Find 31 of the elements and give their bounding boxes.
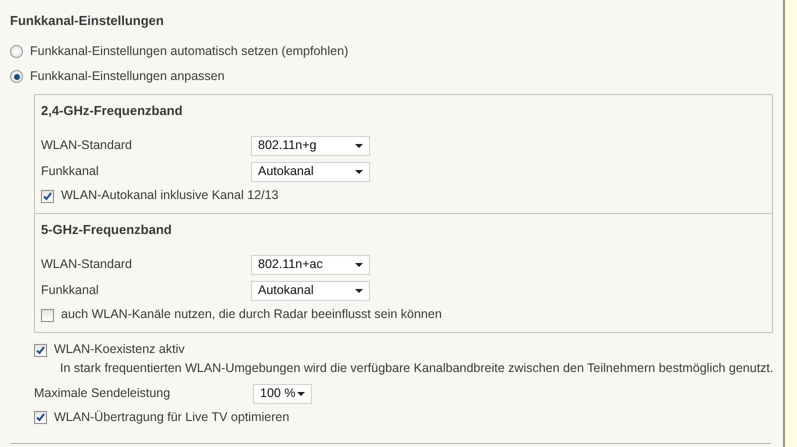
dropdown[interactable]: Autokanal — [251, 281, 370, 302]
setting-label: Funkkanal — [41, 283, 100, 300]
setting-label: WLAN-Standard — [41, 257, 134, 274]
caret-icon — [355, 170, 363, 174]
radio-label: Funkkanal-Einstellungen anpassen — [30, 68, 225, 85]
checkbox[interactable] — [34, 344, 47, 357]
band-heading: 5-GHz-Frequenzband — [41, 222, 173, 240]
band-heading: 2,4-GHz-Frequenzband — [41, 103, 184, 120]
setting-label: Maximale Sendeleistung — [34, 386, 172, 402]
setting-label: Funkkanal — [41, 164, 100, 180]
checkbox[interactable] — [34, 411, 47, 424]
description-text: In stark frequentierten WLAN-Umgebungen wird die verfügbare Kanalbandbreite zwischen den Teilnehmern bestmöglich genutzt. — [59, 361, 774, 377]
dropdown[interactable]: 802.11n+g — [251, 136, 370, 156]
radio-label: Funkkanal-Einstellungen automatisch setzen (empfohlen) — [30, 44, 348, 60]
checkbox-label: WLAN-Koexistenz aktiv — [54, 342, 185, 358]
dropdown[interactable]: Autokanal — [251, 162, 370, 182]
caret-icon — [355, 289, 363, 294]
caret-icon — [355, 144, 363, 148]
checkbox[interactable] — [41, 190, 54, 203]
radio-button[interactable] — [10, 70, 23, 84]
caret-icon — [297, 392, 305, 396]
checkbox[interactable] — [41, 308, 54, 322]
checkbox-label: auch WLAN-Kanäle nutzen, die durch Radar beeinflusst sein können — [61, 307, 442, 324]
setting-label: WLAN-Standard — [41, 138, 134, 154]
radio-button[interactable] — [10, 45, 23, 58]
dropdown[interactable]: 100 % — [253, 384, 312, 404]
checkbox-label: WLAN-Autokanal inklusive Kanal 12/13 — [61, 188, 278, 204]
caret-icon — [355, 263, 363, 268]
dropdown[interactable]: 802.11n+ac — [251, 255, 370, 276]
checkbox-label: WLAN-Übertragung für Live TV optimieren — [54, 410, 290, 426]
section-heading: Funkkanal-Einstellungen — [10, 13, 165, 30]
